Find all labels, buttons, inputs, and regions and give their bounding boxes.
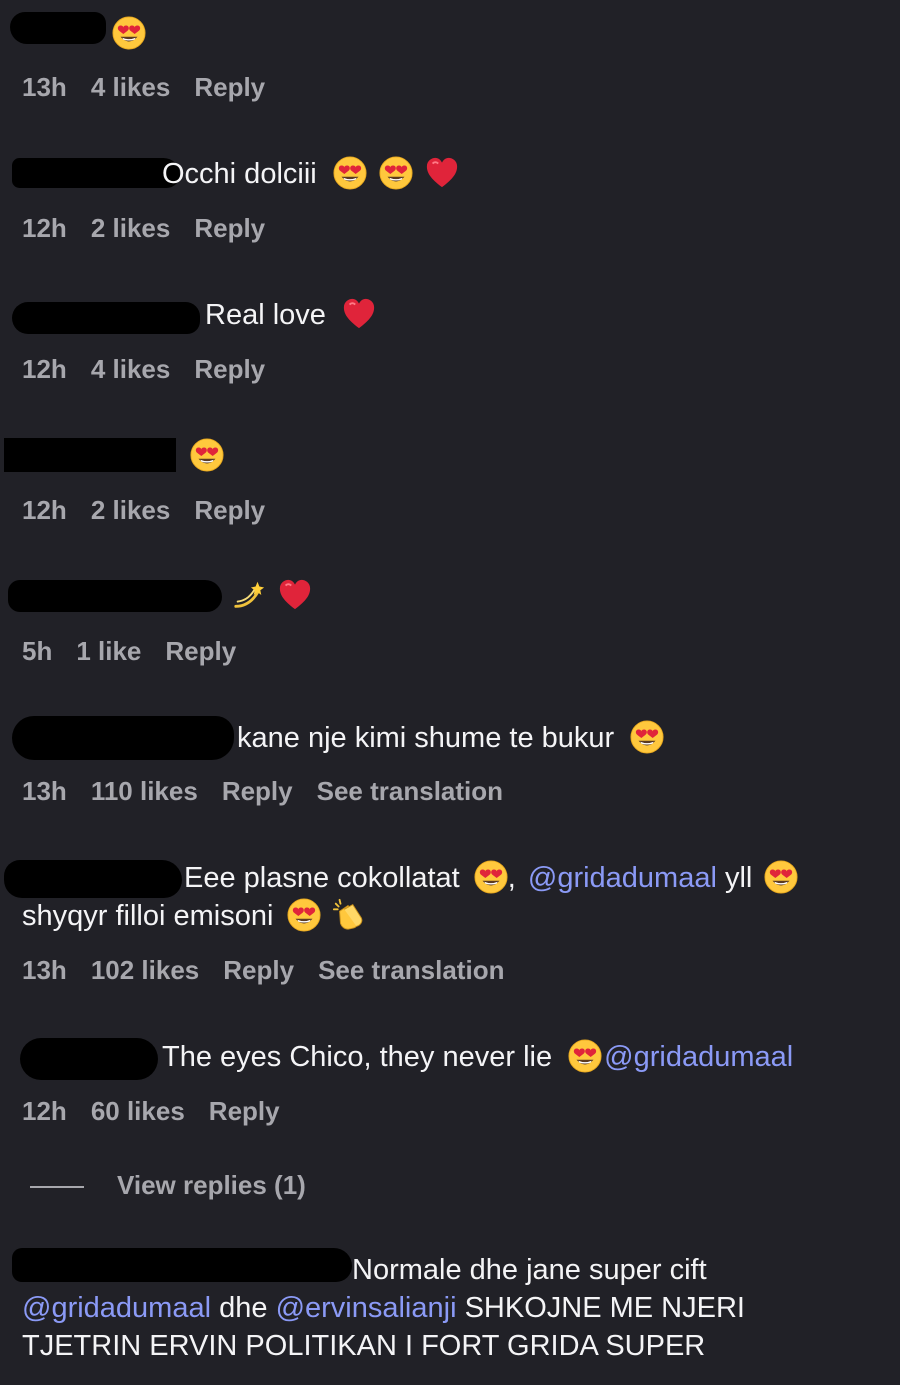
comment-text-line-1: Eee plasne cokollatat , @gridadumaal yll (184, 860, 798, 897)
view-replies-button[interactable]: View replies (1) (30, 1170, 306, 1201)
red-heart-icon (425, 156, 459, 190)
comment-comma: , (507, 862, 516, 894)
comment-text: kane nje kimi shume te bukur (237, 720, 664, 757)
comment-text: Occhi dolciii (162, 156, 459, 193)
comment-body: Normale dhe jane super cift (352, 1254, 707, 1286)
red-heart-icon (278, 578, 312, 612)
mention-link[interactable]: @gridadumaal (22, 1292, 211, 1324)
comment-text-line-1: Normale dhe jane super cift (352, 1252, 707, 1289)
heart-eyes-icon (630, 720, 664, 754)
comment-time: 13h (22, 955, 67, 985)
comment-body: Eee plasne cokollatat (184, 862, 460, 894)
likes-count[interactable]: 1 like (76, 636, 141, 666)
reply-button[interactable]: Reply (194, 213, 265, 243)
comment-body: Real love (205, 299, 326, 331)
comment-body: Occhi dolciii (162, 158, 317, 190)
dizzy-icon (232, 578, 266, 612)
view-replies-label: View replies (1) (117, 1170, 306, 1200)
reply-button[interactable]: Reply (194, 495, 265, 525)
reply-button[interactable]: Reply (194, 354, 265, 384)
heart-eyes-icon (333, 156, 367, 190)
comment-meta: 12h 2 likes Reply (22, 213, 289, 244)
view-replies-line (30, 1186, 84, 1189)
comment-time: 12h (22, 213, 67, 243)
comment-text: The eyes Chico, they never lie @gridadum… (162, 1039, 793, 1076)
heart-eyes-icon (379, 156, 413, 190)
comment-text (112, 16, 146, 53)
likes-count[interactable]: 4 likes (91, 354, 171, 384)
redacted-username (4, 438, 176, 472)
comment-text-line-2: @gridadumaal dhe @ervinsalianji SHKOJNE … (22, 1290, 745, 1327)
heart-eyes-icon (764, 860, 798, 894)
mention-link[interactable]: @gridadumaal (528, 862, 717, 894)
comment-body-line-2: shyqyr filloi emisoni (22, 900, 274, 932)
comment-meta: 12h 2 likes Reply (22, 495, 289, 526)
heart-eyes-icon (112, 16, 146, 50)
comment-time: 13h (22, 776, 67, 806)
comment-time: 13h (22, 72, 67, 102)
reply-button[interactable]: Reply (194, 72, 265, 102)
reply-button[interactable]: Reply (165, 636, 236, 666)
redacted-username (12, 716, 234, 760)
mention-link[interactable]: @ervinsalianji (276, 1292, 457, 1324)
likes-count[interactable]: 2 likes (91, 495, 171, 525)
comment-meta: 13h 4 likes Reply (22, 72, 289, 103)
comment-body-cont: yll (724, 862, 753, 894)
comment-meta: 13h 102 likes Reply See translation (22, 955, 528, 986)
likes-count[interactable]: 2 likes (91, 213, 171, 243)
mention-link[interactable]: @gridadumaal (604, 1041, 793, 1073)
comment-time: 12h (22, 354, 67, 384)
reply-button[interactable]: Reply (222, 776, 293, 806)
heart-eyes-icon (287, 898, 321, 932)
heart-eyes-icon (190, 438, 224, 472)
comment-body-cont: SHKOJNE ME NJERI (464, 1292, 745, 1324)
comment-body: The eyes Chico, they never lie (162, 1041, 553, 1073)
redacted-username (12, 1248, 352, 1282)
redacted-username (8, 580, 222, 612)
reply-button[interactable]: Reply (223, 955, 294, 985)
likes-count[interactable]: 102 likes (91, 955, 199, 985)
likes-count[interactable]: 110 likes (91, 776, 198, 806)
redacted-username (12, 302, 200, 334)
see-translation-button[interactable]: See translation (318, 955, 504, 985)
comment-meta: 13h 110 likes Reply See translation (22, 776, 527, 807)
redacted-username (10, 12, 106, 44)
comment-text (232, 578, 312, 615)
redacted-username (4, 860, 182, 898)
redacted-username (20, 1038, 158, 1080)
comment-time: 12h (22, 495, 67, 525)
heart-eyes-icon (568, 1039, 602, 1073)
likes-count[interactable]: 60 likes (91, 1096, 185, 1126)
comment-meta: 5h 1 like Reply (22, 636, 260, 667)
comment-text (190, 438, 224, 475)
comment-time: 5h (22, 636, 53, 666)
likes-count[interactable]: 4 likes (91, 72, 171, 102)
redacted-username (12, 158, 180, 188)
comment-text-line-3: TJETRIN ERVIN POLITIKAN I FORT GRIDA SUP… (22, 1328, 705, 1365)
comment-body: kane nje kimi shume te bukur (237, 722, 615, 754)
comment-meta: 12h 60 likes Reply (22, 1096, 304, 1127)
clapping-hands-icon (332, 898, 366, 932)
see-translation-button[interactable]: See translation (317, 776, 503, 806)
comment-body-line-3: TJETRIN ERVIN POLITIKAN I FORT GRIDA SUP… (22, 1330, 706, 1362)
reply-button[interactable]: Reply (209, 1096, 280, 1126)
red-heart-icon (342, 297, 376, 331)
comment-body-cont: dhe (219, 1292, 268, 1324)
comment-meta: 12h 4 likes Reply (22, 354, 289, 385)
comment-time: 12h (22, 1096, 67, 1126)
comment-text-line-2: shyqyr filloi emisoni (22, 898, 366, 935)
heart-eyes-icon (474, 860, 508, 894)
comment-text: Real love (205, 297, 376, 334)
